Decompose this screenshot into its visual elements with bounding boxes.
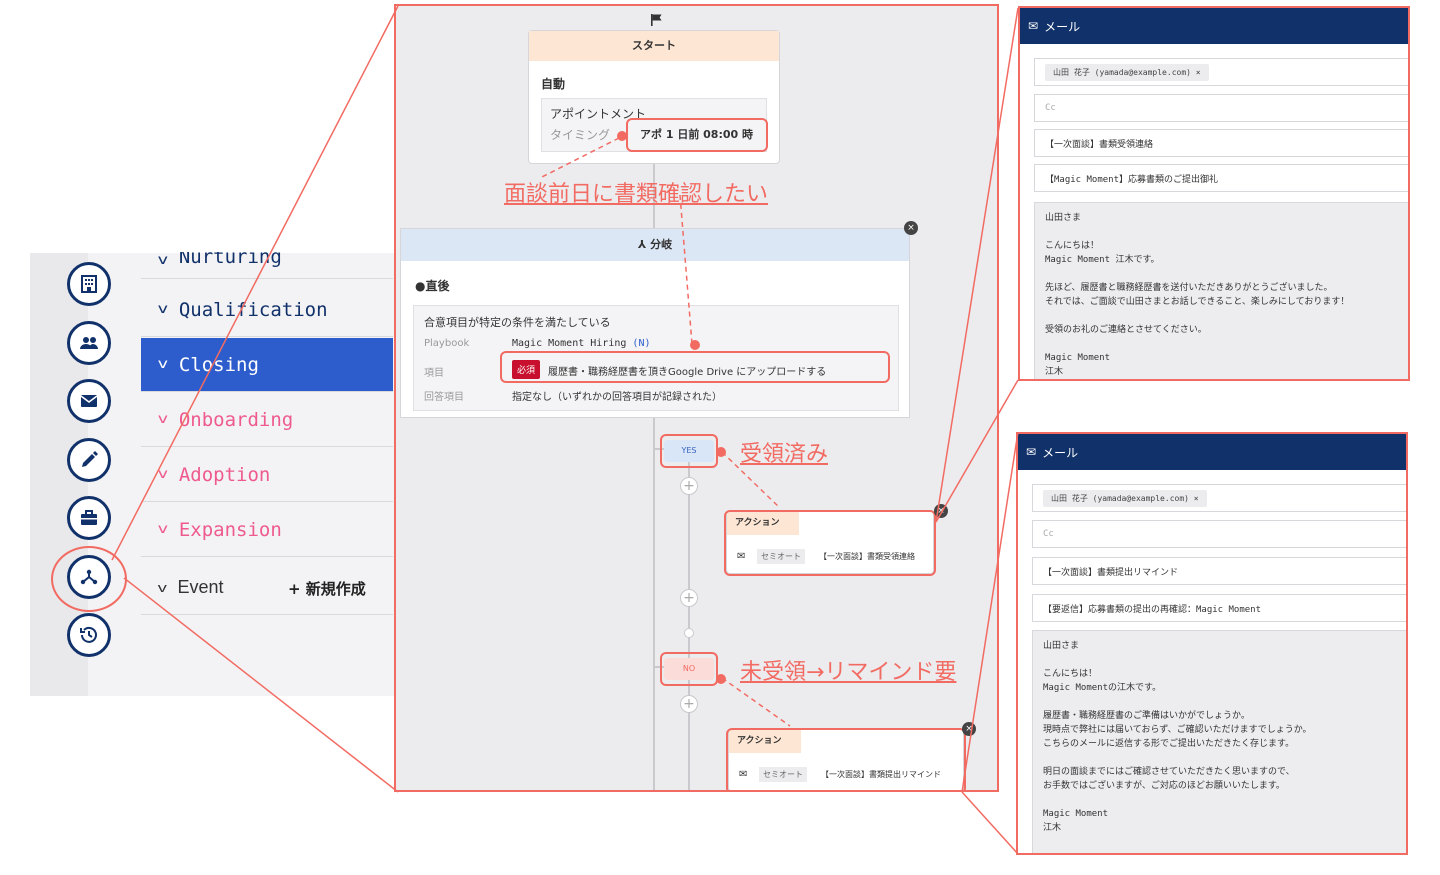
template-field[interactable]: 【一次面談】書類提出リマインド <box>1032 557 1406 585</box>
close-icon[interactable]: × <box>904 221 918 235</box>
pencil-icon[interactable] <box>67 438 111 482</box>
mail-icon: ✉ <box>1028 19 1039 33</box>
stage-label: Event <box>177 577 224 597</box>
branch-timing-label: 直後 <box>425 279 450 293</box>
connector-line <box>653 418 655 790</box>
template-field[interactable]: 【一次面談】書類受領連絡 <box>1034 129 1408 157</box>
chevron-down-icon: v <box>157 253 169 268</box>
new-event-button[interactable]: + 新規作成 <box>288 578 366 599</box>
annotation-dot <box>617 131 627 141</box>
stage-expansion[interactable]: v Expansion <box>141 503 393 557</box>
close-icon[interactable]: × <box>934 504 948 518</box>
playbook-label: Playbook <box>424 338 470 349</box>
branch-header: ⅄ 分岐 <box>401 229 909 261</box>
mail-title: メール <box>1044 19 1081 34</box>
recipient-label: 山田 花子 (yamada@example.com) <box>1053 67 1191 77</box>
add-step-button[interactable]: + <box>680 589 698 607</box>
stage-label: Expansion <box>178 518 282 541</box>
recipient-label: 山田 花子 (yamada@example.com) <box>1051 493 1189 503</box>
chevron-down-icon: v <box>157 522 169 537</box>
answer-value: 指定なし（いずれかの回答項目が記録された） <box>512 392 722 403</box>
playbook-name: Magic Moment Hiring <box>512 338 627 349</box>
mail-icon[interactable] <box>67 379 111 423</box>
branch-highlight <box>51 546 127 612</box>
add-step-button[interactable]: + <box>680 477 698 495</box>
add-step-button[interactable]: + <box>680 695 698 713</box>
close-icon[interactable]: × <box>962 722 976 736</box>
flow-editor: スタート 自動 アポイントメント タイミング アポ 1 日前 08:00 時 面… <box>394 4 999 792</box>
annotation-day-before: 面談前日に書類確認したい <box>504 182 769 207</box>
join-node <box>684 628 694 638</box>
mail-header: ✉ メール <box>1020 8 1408 44</box>
stage-label: Adoption <box>178 463 271 486</box>
annotation-dot <box>690 340 700 350</box>
to-field[interactable]: 山田 花子 (yamada@example.com) × <box>1032 484 1406 512</box>
start-header: スタート <box>529 31 779 61</box>
chevron-down-icon: v <box>157 412 169 427</box>
no-highlight <box>660 652 718 686</box>
chevron-down-icon: v <box>157 467 169 482</box>
connector-line <box>688 448 690 790</box>
item-label: 項目 <box>424 368 444 379</box>
recipient-chip[interactable]: 山田 花子 (yamada@example.com) × <box>1045 63 1209 81</box>
timing-highlight <box>626 118 768 152</box>
auto-label: 自動 <box>541 77 566 91</box>
mail-body[interactable]: 山田さま こんにちは！ Magic Moment 江木です。 先ほど、履歴書と職… <box>1034 202 1408 379</box>
cc-field[interactable]: Cc <box>1032 520 1406 548</box>
recipient-chip[interactable]: 山田 花子 (yamada@example.com) × <box>1043 489 1207 507</box>
stage-label: Closing <box>178 353 259 376</box>
clock-icon: ● <box>415 279 426 293</box>
stage-onboarding[interactable]: v Onboarding <box>141 393 393 447</box>
chevron-down-icon: v <box>157 580 167 595</box>
playbook-suffix: (N) <box>632 338 651 349</box>
to-field[interactable]: 山田 花子 (yamada@example.com) × <box>1034 58 1408 86</box>
branch-card[interactable]: ⅄ 分岐 ●直後 合意項目が特定の条件を満たしている Playbook Magi… <box>400 228 910 418</box>
mail-panel-2: ✉ メール 山田 花子 (yamada@example.com) × Cc 【一次… <box>1016 432 1408 855</box>
timing-label: タイミング <box>550 128 611 142</box>
mail-icon: ✉ <box>1026 445 1037 459</box>
answer-label: 回答項目 <box>424 392 464 403</box>
flag-icon <box>650 12 664 31</box>
briefcase-icon[interactable] <box>67 496 111 540</box>
action-highlight <box>724 510 936 576</box>
condition-title: 合意項目が特定の条件を満たしている <box>424 316 611 329</box>
stage-label: Qualification <box>178 298 328 321</box>
annotation-dot <box>716 447 726 457</box>
mail-body[interactable]: 山田さま こんにちは！ Magic Momentの江木です。 履歴書・職務経歴書… <box>1032 630 1406 853</box>
subject-field[interactable]: 【要返信】応募書類の提出の再確認：Magic Moment <box>1032 594 1406 622</box>
remove-recipient-icon[interactable]: × <box>1196 68 1201 77</box>
panel-top-mask <box>141 229 396 252</box>
history-icon[interactable] <box>67 613 111 657</box>
branch-header-label: 分岐 <box>650 238 673 251</box>
chevron-down-icon: v <box>157 302 169 317</box>
annotation-received: 受領済み <box>740 442 829 467</box>
action-highlight <box>726 728 966 790</box>
playbook-value: Magic Moment Hiring (N) <box>512 338 650 349</box>
chevron-down-icon: v <box>157 357 169 372</box>
mail-title: メール <box>1042 445 1079 460</box>
stage-closing[interactable]: v Closing <box>141 338 393 392</box>
annotation-not-received: 未受領→リマインド要 <box>740 660 957 685</box>
remove-recipient-icon[interactable]: × <box>1194 494 1199 503</box>
people-icon[interactable] <box>67 321 111 365</box>
annotation-dot <box>716 674 726 684</box>
mail-header: ✉ メール <box>1018 434 1406 470</box>
mail-panel-1: ✉ メール 山田 花子 (yamada@example.com) × Cc 【一次… <box>1018 6 1410 381</box>
stage-label: Onboarding <box>178 408 294 431</box>
branch-timing: ●直後 <box>415 277 450 294</box>
building-icon[interactable] <box>67 262 111 306</box>
yes-highlight <box>660 434 718 468</box>
subject-field[interactable]: 【Magic Moment】応募書類のご提出御礼 <box>1034 164 1408 192</box>
cc-field[interactable]: Cc <box>1034 94 1408 122</box>
item-highlight <box>500 351 890 383</box>
stage-qualification[interactable]: v Qualification <box>141 283 393 337</box>
branch-icon: ⅄ <box>637 238 647 251</box>
stage-adoption[interactable]: v Adoption <box>141 448 393 502</box>
